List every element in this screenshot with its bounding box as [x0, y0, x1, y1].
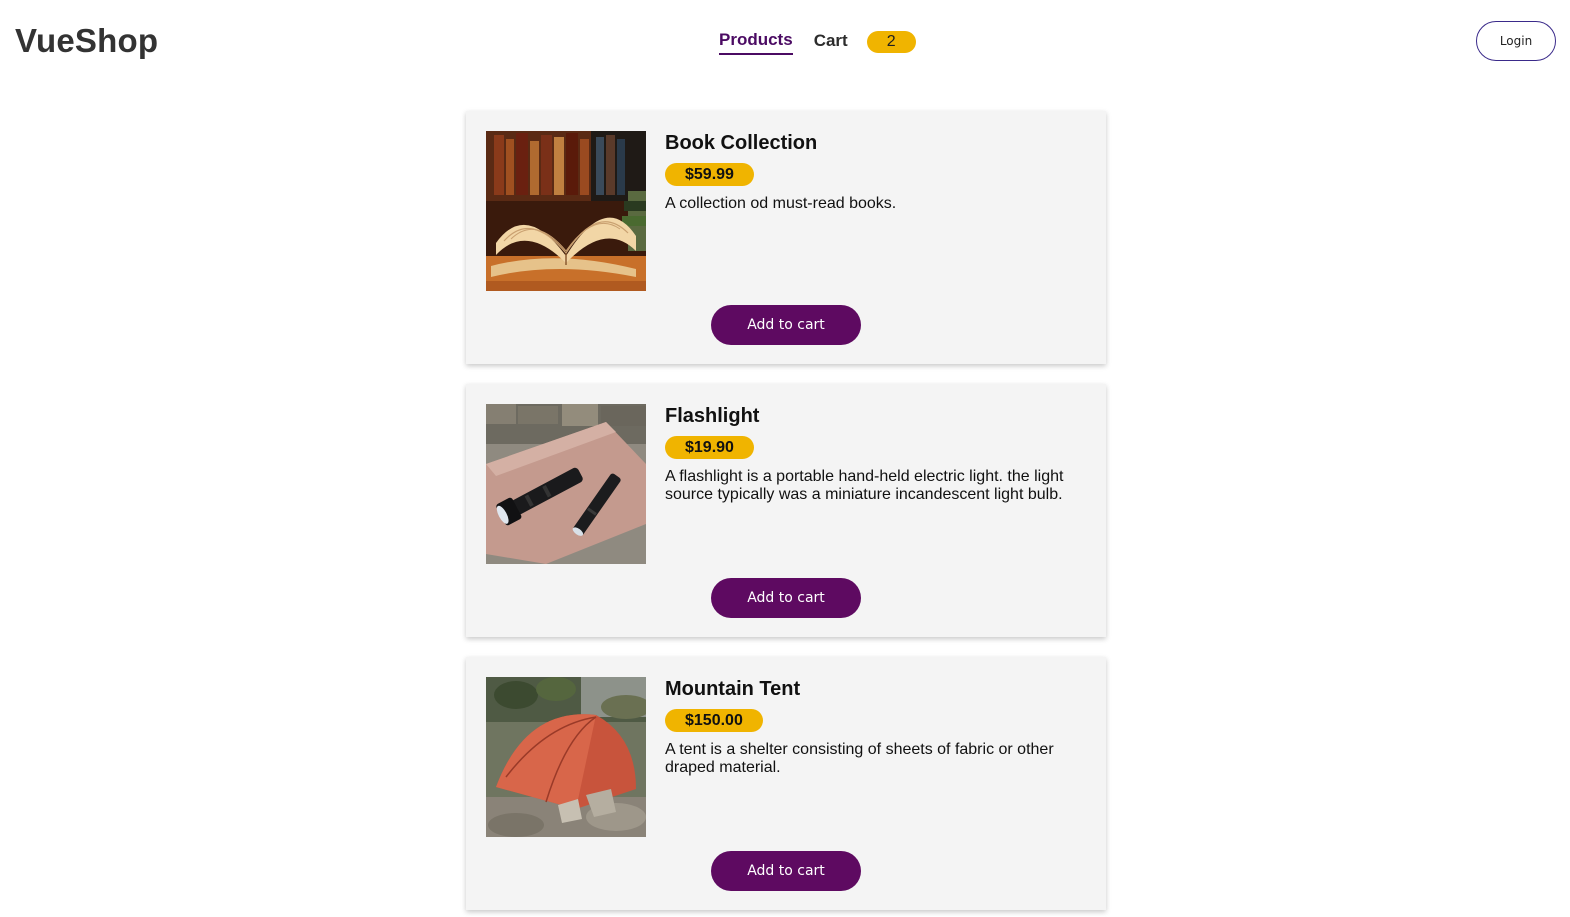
- price-badge: $150.00: [665, 709, 763, 732]
- product-title: Mountain Tent: [665, 678, 801, 700]
- product-description: A collection od must-read books.: [665, 195, 897, 212]
- add-to-cart-button[interactable]: Add to cart: [711, 578, 861, 618]
- product-description: A tent is a shelter consisting of sheets…: [665, 741, 1054, 776]
- nav-products[interactable]: Products: [719, 30, 793, 55]
- price-badge: $19.90: [665, 436, 754, 459]
- add-to-cart-button[interactable]: Add to cart: [711, 305, 861, 345]
- login-button[interactable]: Login: [1476, 21, 1556, 61]
- main-nav: Products Cart 2: [719, 30, 916, 55]
- product-card: Book Collection $59.99 A collection od m…: [466, 111, 1106, 364]
- product-title: Flashlight: [665, 405, 760, 427]
- product-card: Flashlight $19.90 A flashlight is a port…: [466, 384, 1106, 637]
- app-header: VueShop Products Cart 2 Login: [0, 0, 1570, 82]
- product-image-flashlight: [486, 404, 646, 564]
- product-title: Book Collection: [665, 132, 818, 154]
- brand-logo[interactable]: VueShop: [15, 22, 158, 60]
- product-list: Book Collection $59.99 A collection od m…: [466, 111, 1106, 917]
- cart-count-badge[interactable]: 2: [866, 30, 916, 53]
- product-image-books: [486, 131, 646, 291]
- nav-cart[interactable]: Cart: [814, 31, 848, 54]
- price-badge: $59.99: [665, 163, 754, 186]
- product-image-tent: [486, 677, 646, 837]
- product-description: A flashlight is a portable hand-held ele…: [665, 468, 1064, 503]
- product-card: Mountain Tent $150.00 A tent is a shelte…: [466, 657, 1106, 910]
- add-to-cart-button[interactable]: Add to cart: [711, 851, 861, 891]
